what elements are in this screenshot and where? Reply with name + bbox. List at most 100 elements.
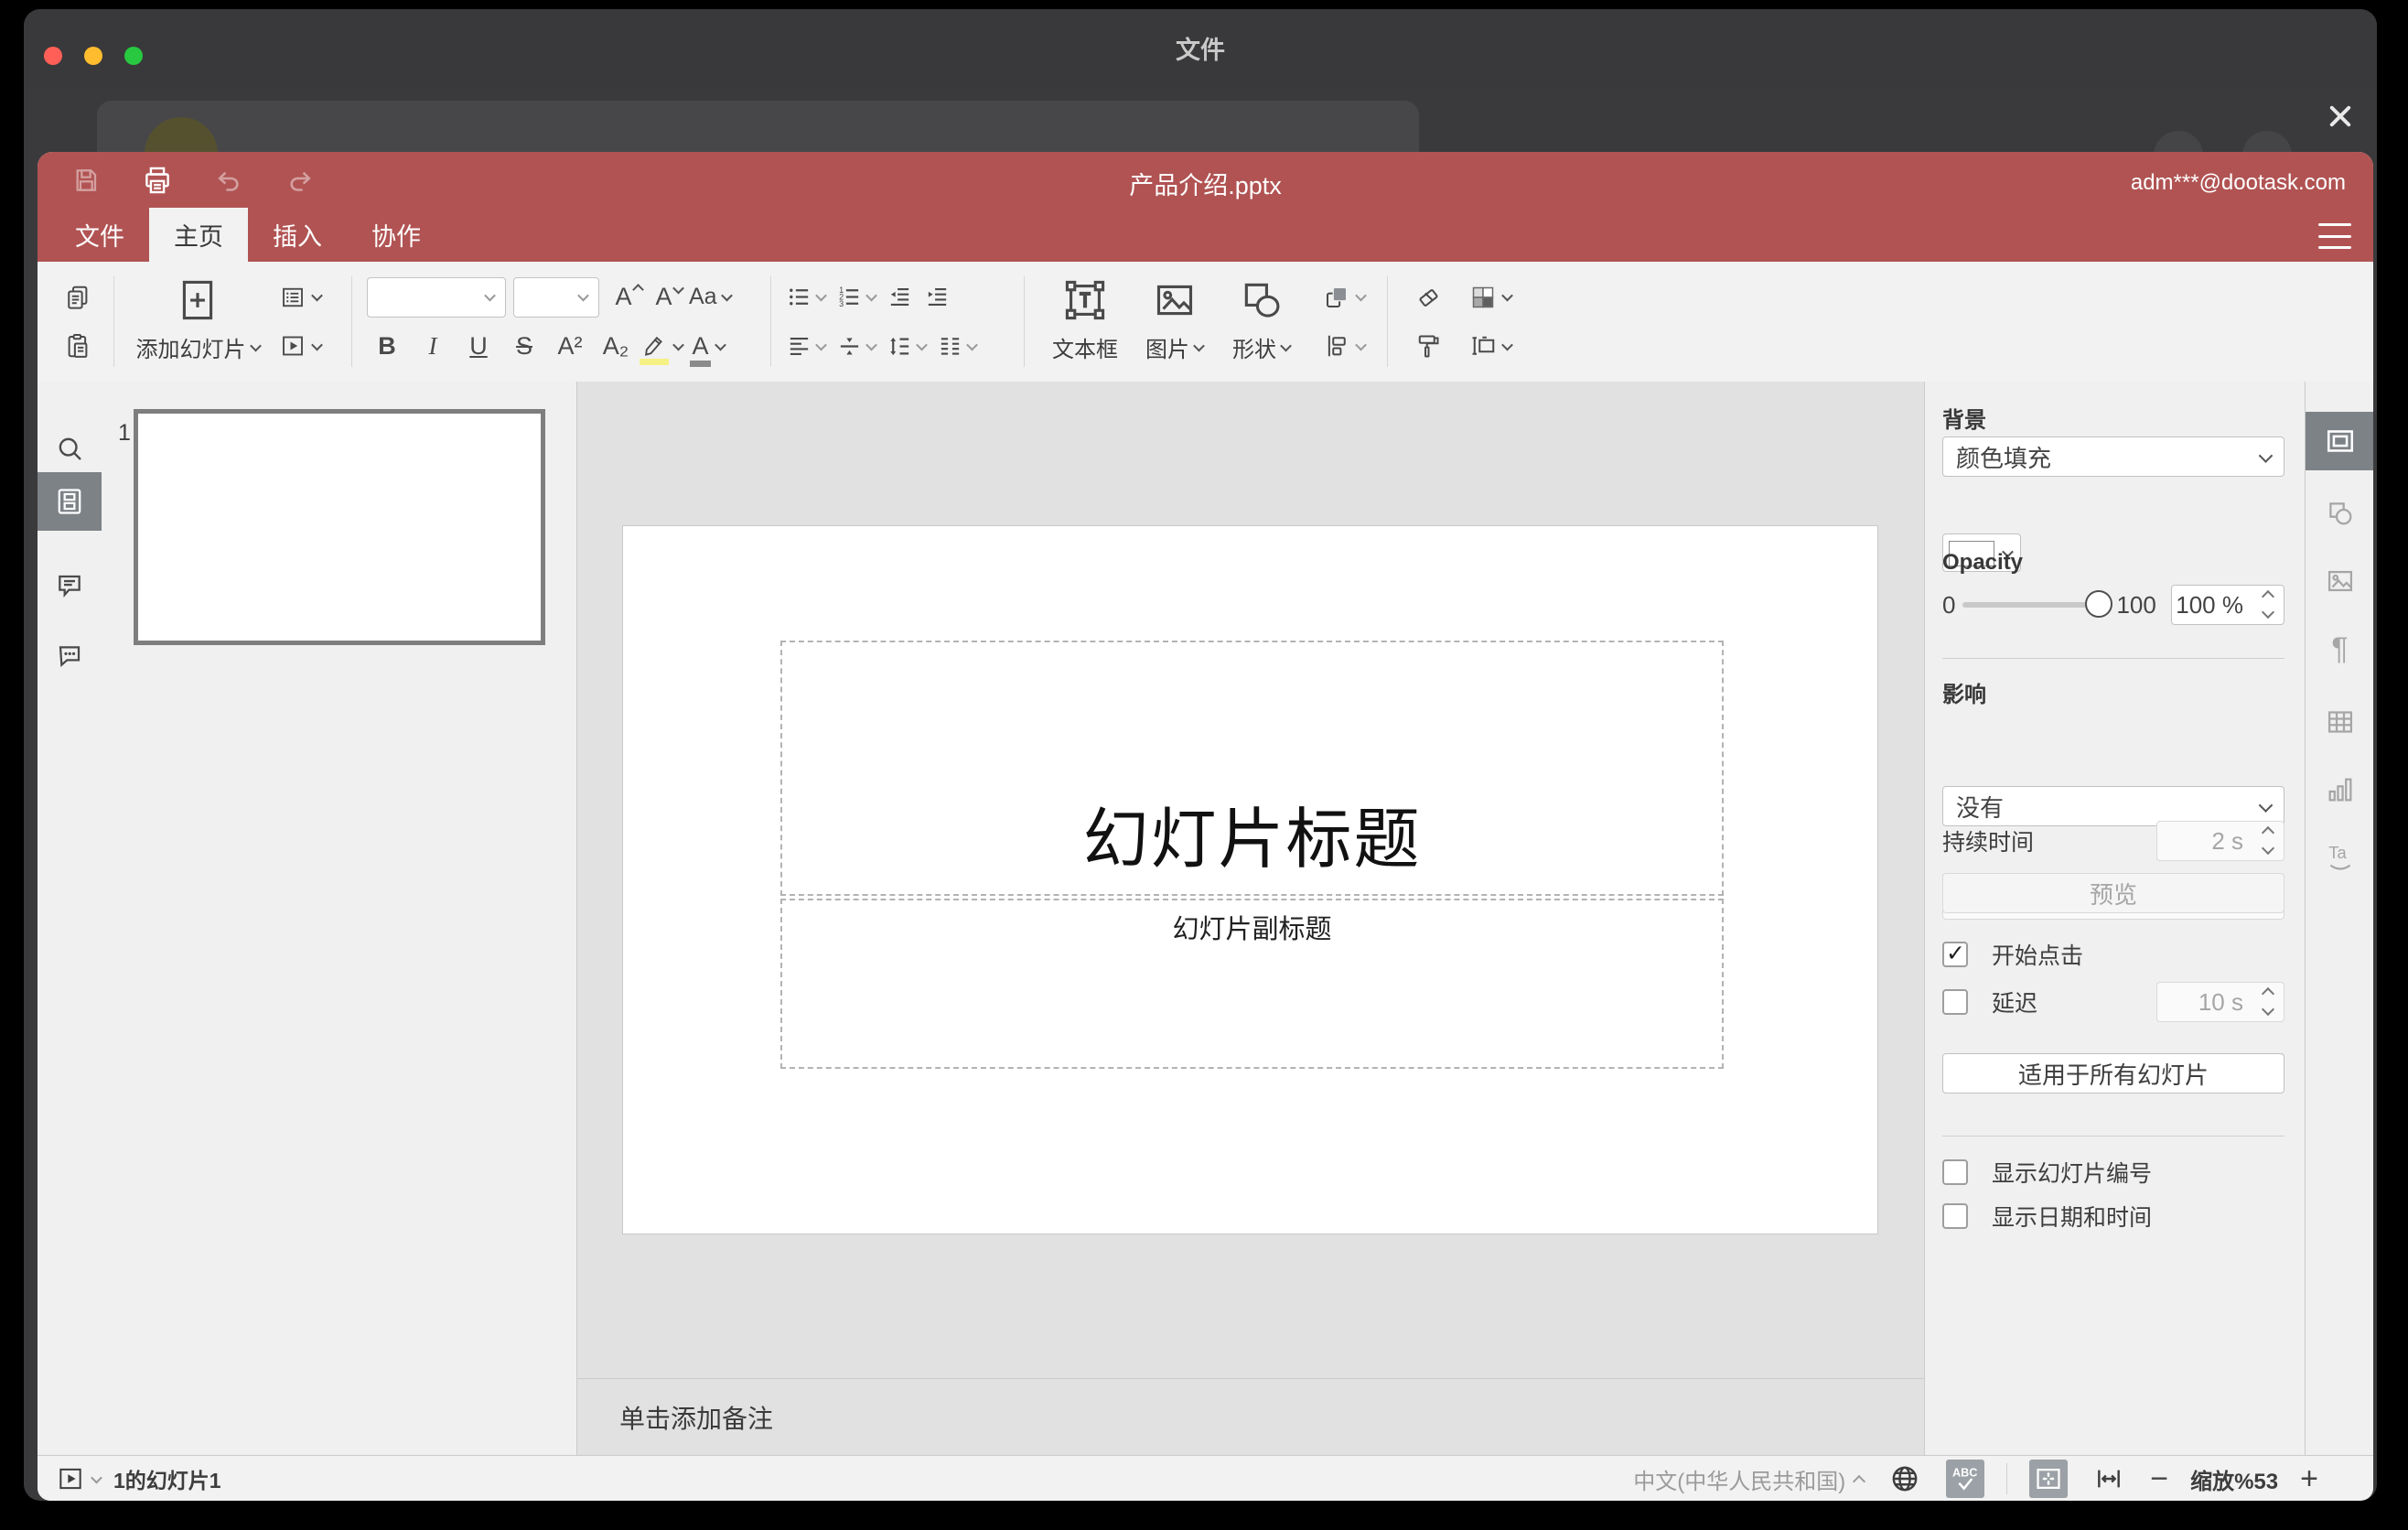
copy-style-icon[interactable] xyxy=(1407,326,1449,366)
font-color-icon[interactable]: A xyxy=(688,326,728,367)
show-date-time-checkbox[interactable] xyxy=(1942,1203,1968,1229)
delay-label: 延迟 xyxy=(1992,991,2038,1017)
font-size-combo[interactable] xyxy=(513,276,599,318)
language-selector[interactable]: 中文(中华人民共和国) xyxy=(1633,1463,1866,1495)
opacity-slider-handle[interactable] xyxy=(2085,590,2113,618)
increase-font-icon[interactable]: A xyxy=(608,277,649,318)
set-language-icon[interactable] xyxy=(1886,1460,1924,1498)
notes-placeholder: 单击添加备注 xyxy=(619,1405,774,1433)
numbering-icon[interactable] xyxy=(836,284,877,310)
add-slide-button[interactable]: 添加幻灯片 xyxy=(129,262,266,369)
slide-thumbnail-selected[interactable] xyxy=(134,409,545,645)
change-case-icon[interactable]: Aa xyxy=(689,277,733,318)
copy-icon[interactable] xyxy=(57,277,99,318)
align-shape-icon[interactable] xyxy=(1323,332,1367,360)
fit-to-width-icon[interactable] xyxy=(2090,1460,2128,1498)
home-toolbar: 添加幻灯片 A A Aa B I U S A² A₂ A 文本框 图片 形状 xyxy=(38,262,2373,469)
slide-size-icon[interactable] xyxy=(1469,332,1513,360)
tab-home[interactable]: 主页 xyxy=(149,208,248,262)
start-slideshow-button[interactable] xyxy=(279,332,323,360)
paste-icon[interactable] xyxy=(57,326,99,366)
background-label: 背景 xyxy=(1942,408,1986,433)
main-area: 1 幻灯片标题 幻灯片副标题 单击添加备注 背景 颜色填充 Opacity 0 … xyxy=(38,382,2373,1456)
preview-button: 预览 xyxy=(1942,873,2284,913)
menu-icon[interactable] xyxy=(2318,223,2351,249)
decrease-indent-icon[interactable] xyxy=(887,284,913,310)
line-spacing-icon[interactable] xyxy=(887,333,928,360)
underline-icon[interactable]: U xyxy=(458,326,499,366)
tab-file[interactable]: 文件 xyxy=(50,208,149,262)
zoom-in-button[interactable]: + xyxy=(2300,1463,2318,1494)
bullets-icon[interactable] xyxy=(786,284,827,310)
start-on-click-checkbox[interactable] xyxy=(1942,940,1968,967)
opacity-slider[interactable] xyxy=(1962,590,2113,618)
fit-to-slide-icon[interactable] xyxy=(2029,1460,2069,1498)
close-icon[interactable] xyxy=(2322,98,2359,135)
image-settings-icon[interactable] xyxy=(2306,552,2373,610)
slide-layout-button[interactable] xyxy=(279,284,323,311)
show-slide-number-row: 显示幻灯片编号 xyxy=(1942,1156,2284,1189)
slide-number-label: 1 xyxy=(118,420,131,446)
horizontal-align-icon[interactable] xyxy=(786,333,827,360)
start-slideshow-statusbar-icon[interactable] xyxy=(56,1464,102,1493)
vertical-align-icon[interactable] xyxy=(836,333,877,360)
increase-indent-icon[interactable] xyxy=(924,284,951,310)
chat-icon[interactable] xyxy=(38,626,102,684)
spellcheck-icon[interactable] xyxy=(1946,1460,1985,1498)
effect-label: 影响 xyxy=(1942,683,1986,707)
app-header: 产品介绍.pptx adm***@dootask.com 文件 主页 插入 协作 xyxy=(38,152,2373,262)
shape-icon xyxy=(1239,275,1285,326)
bold-icon[interactable]: B xyxy=(367,326,407,366)
notes-area[interactable]: 单击添加备注 xyxy=(577,1378,1924,1456)
macos-titlebar: 文件 xyxy=(24,9,2377,88)
slide-settings-icon[interactable] xyxy=(2306,412,2373,470)
zoom-out-button[interactable]: − xyxy=(2150,1463,2168,1494)
shape-settings-icon[interactable] xyxy=(2306,484,2373,543)
show-date-time-label: 显示日期和时间 xyxy=(1992,1205,2153,1231)
italic-icon[interactable]: I xyxy=(413,326,453,366)
add-slide-icon xyxy=(175,275,220,326)
clear-style-icon[interactable] xyxy=(1407,277,1449,318)
opacity-value-spinner[interactable]: 100 % xyxy=(2171,585,2284,625)
duration-row: 持续时间 2 s xyxy=(1942,821,2284,861)
start-on-click-label: 开始点击 xyxy=(1992,943,2084,969)
status-bar: 1的幻灯片1 中文(中华人民共和国) − 缩放%53 + xyxy=(38,1455,2373,1501)
user-email: adm***@dootask.com xyxy=(2130,170,2346,195)
subscript-icon[interactable]: A₂ xyxy=(596,326,636,366)
ribbon-tabs: 文件 主页 插入 协作 xyxy=(50,208,446,262)
subtitle-placeholder[interactable]: 幻灯片副标题 xyxy=(780,899,1724,1069)
tab-insert[interactable]: 插入 xyxy=(248,208,347,262)
delay-checkbox[interactable] xyxy=(1942,989,1968,1015)
slide-tools-group xyxy=(268,262,332,382)
decrease-font-icon[interactable]: A xyxy=(649,277,689,318)
strikeout-icon[interactable]: S xyxy=(504,326,544,366)
show-date-time-row: 显示日期和时间 xyxy=(1942,1200,2284,1233)
textart-settings-icon[interactable] xyxy=(2306,826,2373,885)
chart-settings-icon[interactable] xyxy=(2306,760,2373,819)
arrange-shape-icon[interactable] xyxy=(1323,284,1367,311)
table-settings-icon[interactable] xyxy=(2306,693,2373,751)
slide-title-text: 幻灯片标题 xyxy=(1082,803,1422,877)
columns-icon[interactable] xyxy=(937,333,978,360)
tab-collaboration[interactable]: 协作 xyxy=(347,208,446,262)
textbox-button[interactable]: 文本框 xyxy=(1039,262,1131,369)
slide[interactable]: 幻灯片标题 幻灯片副标题 xyxy=(623,526,1877,1234)
search-icon[interactable] xyxy=(38,419,102,478)
slides-panel-icon[interactable] xyxy=(38,472,102,531)
font-name-combo[interactable] xyxy=(367,276,506,318)
paragraph-settings-icon[interactable]: ¶ xyxy=(2306,620,2373,678)
show-slide-number-checkbox[interactable] xyxy=(1942,1159,1968,1185)
shape-button[interactable]: 形状 xyxy=(1218,262,1305,369)
window-title: 文件 xyxy=(1176,37,1225,64)
title-placeholder[interactable]: 幻灯片标题 xyxy=(780,641,1724,896)
color-scheme-icon[interactable] xyxy=(1469,284,1513,311)
highlight-color-icon[interactable] xyxy=(640,326,684,366)
superscript-icon[interactable]: A² xyxy=(550,326,590,366)
apply-to-all-slides-button[interactable]: 适用于所有幻灯片 xyxy=(1942,1053,2284,1094)
comments-icon[interactable] xyxy=(38,556,102,615)
image-button[interactable]: 图片 xyxy=(1131,262,1218,369)
opacity-label: Opacity xyxy=(1942,550,2024,575)
fill-type-select[interactable]: 颜色填充 xyxy=(1942,436,2284,477)
clipboard-group xyxy=(50,262,105,382)
start-on-click-row: 开始点击 xyxy=(1942,938,2284,971)
